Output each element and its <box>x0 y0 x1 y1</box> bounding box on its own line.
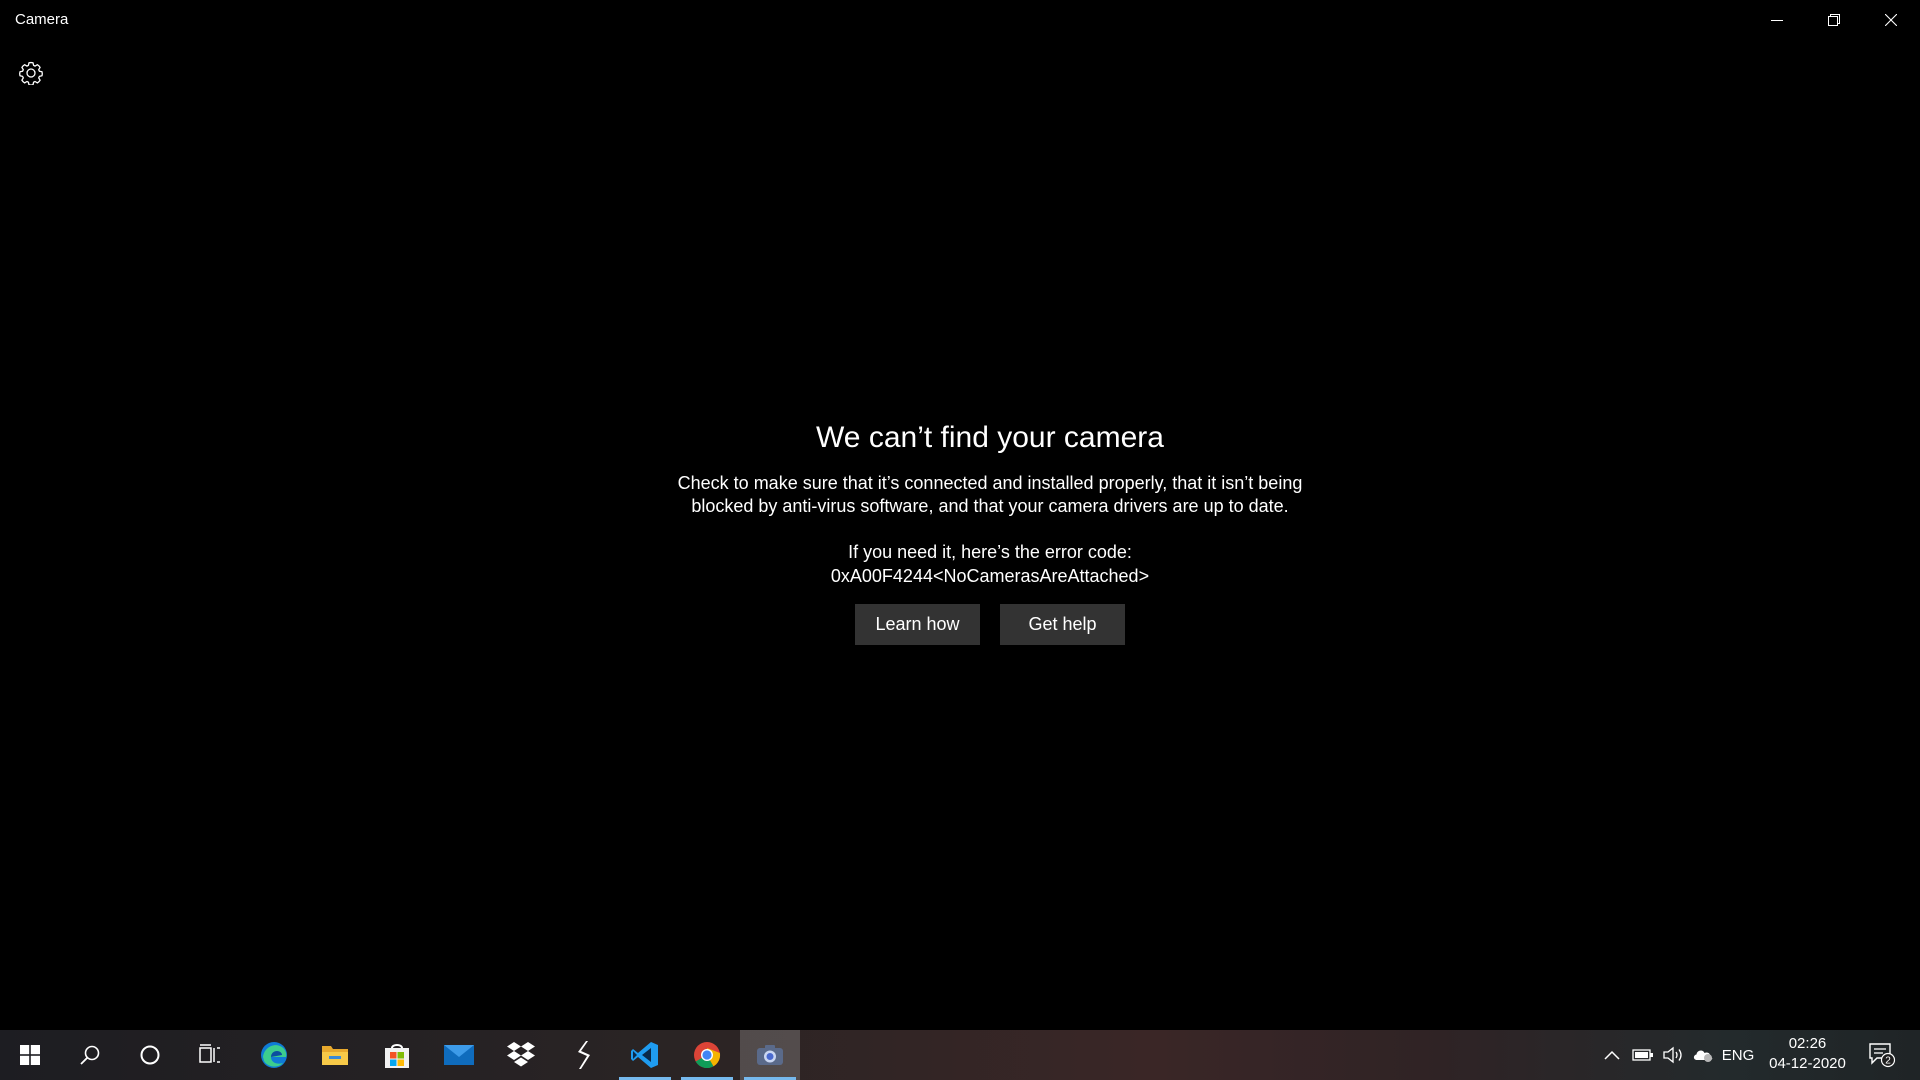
error-message: We can’t find your camera Check to make … <box>560 418 1420 645</box>
cortana-icon <box>140 1045 160 1065</box>
restore-button[interactable] <box>1805 0 1862 40</box>
search-icon <box>80 1045 100 1065</box>
taskbar-edge[interactable] <box>244 1030 304 1080</box>
app-title: Camera <box>15 11 69 28</box>
clock-button[interactable]: 02:26 04-12-2020 <box>1760 1034 1855 1078</box>
close-button[interactable] <box>1862 0 1919 40</box>
taskbar-mail[interactable] <box>429 1030 489 1080</box>
camera-app-window: Camera We can’t find your camera Check t… <box>0 0 1920 1030</box>
taskbar: ENG 02:26 04-12-2020 2 <box>0 1030 1920 1080</box>
taskbar-camera[interactable] <box>740 1030 800 1080</box>
microsoft-store-icon <box>385 1044 409 1068</box>
start-button[interactable] <box>0 1030 60 1080</box>
taskbar-vscode[interactable] <box>615 1030 675 1080</box>
input-language: ENG <box>1721 1046 1755 1064</box>
windows-start-icon <box>20 1045 40 1065</box>
gear-icon <box>19 61 43 85</box>
clock-time: 02:26 <box>1788 1035 1827 1052</box>
onedrive-icon <box>1693 1050 1713 1062</box>
show-hidden-icons-button[interactable] <box>1598 1030 1626 1080</box>
task-view-icon <box>199 1044 220 1063</box>
error-description-line2: blocked by anti-virus software, and that… <box>691 496 1289 516</box>
settings-button[interactable] <box>16 58 46 88</box>
file-explorer-icon <box>322 1046 348 1065</box>
learn-how-button[interactable]: Learn how <box>855 604 980 645</box>
edge-icon <box>261 1042 287 1068</box>
input-language-button[interactable]: ENG <box>1720 1030 1756 1080</box>
error-title: We can’t find your camera <box>816 421 1164 454</box>
notification-icon: 2 <box>1869 1043 1896 1068</box>
mail-icon <box>444 1045 474 1065</box>
onedrive-button[interactable] <box>1688 1030 1718 1080</box>
taskbar-dropbox[interactable] <box>491 1030 551 1080</box>
restore-icon <box>1827 14 1840 26</box>
notification-count: 2 <box>1885 1056 1891 1067</box>
taskbar-store[interactable] <box>367 1030 427 1080</box>
task-view-button[interactable] <box>180 1030 240 1080</box>
speaker-icon <box>1663 1046 1682 1064</box>
action-center-button[interactable]: 2 <box>1862 1030 1902 1080</box>
error-code: 0xA00F4244<NoCamerasAreAttached> <box>830 566 1150 586</box>
chevron-up-icon <box>1604 1050 1620 1060</box>
get-help-button[interactable]: Get help <box>1000 604 1125 645</box>
clock-date: 04-12-2020 <box>1769 1055 1846 1072</box>
error-code-intro: If you need it, here’s the error code: <box>848 542 1132 562</box>
battery-icon <box>1632 1049 1653 1061</box>
vscode-icon <box>631 1042 658 1068</box>
minimize-icon <box>1770 20 1783 21</box>
error-description-line1: Check to make sure that it’s connected a… <box>677 473 1303 493</box>
taskbar-search-button[interactable] <box>60 1030 120 1080</box>
battery-button[interactable] <box>1628 1030 1658 1080</box>
volume-button[interactable] <box>1658 1030 1688 1080</box>
minimize-button[interactable] <box>1748 0 1805 40</box>
cortana-button[interactable] <box>120 1030 180 1080</box>
action-buttons: Learn how Get help <box>560 604 1420 645</box>
taskbar-chrome[interactable] <box>677 1030 737 1080</box>
app-s-icon <box>578 1041 590 1069</box>
chrome-icon <box>694 1042 721 1069</box>
dropbox-icon <box>507 1042 535 1067</box>
taskbar-app-s[interactable] <box>553 1030 613 1080</box>
title-bar: Camera <box>0 0 1920 40</box>
error-description: Check to make sure that it’s connected a… <box>560 472 1420 518</box>
close-icon <box>1884 14 1897 26</box>
error-code-block: If you need it, here’s the error code: 0… <box>560 540 1420 588</box>
taskbar-file-explorer[interactable] <box>305 1030 365 1080</box>
camera-app-icon <box>757 1045 783 1065</box>
